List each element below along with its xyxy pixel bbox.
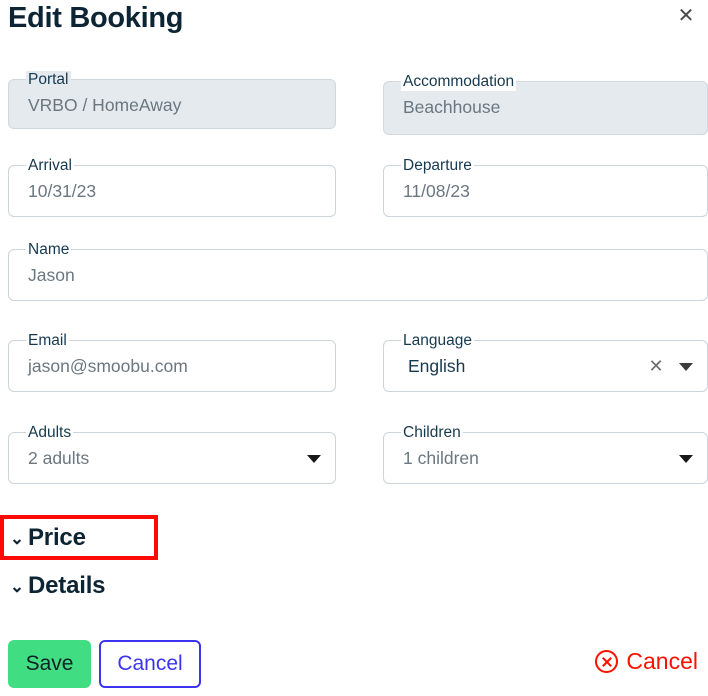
email-value: jason@smoobu.com: [28, 356, 188, 376]
arrival-field[interactable]: Arrival 10/31/23: [8, 157, 336, 217]
cancel-booking-button[interactable]: Cancel: [595, 648, 698, 675]
name-label: Name: [26, 241, 72, 259]
name-field[interactable]: Name Jason: [8, 241, 708, 301]
clear-icon[interactable]: ✕: [647, 355, 665, 377]
departure-label: Departure: [401, 157, 474, 175]
name-value: Jason: [28, 265, 75, 285]
accordion-price-label: Price: [28, 524, 86, 551]
cancel-button[interactable]: Cancel: [99, 640, 201, 688]
email-label: Email: [26, 332, 69, 350]
cancel-booking-label: Cancel: [626, 648, 698, 674]
adults-value: 2 adults: [28, 448, 90, 468]
accommodation-label: Accommodation: [401, 73, 517, 91]
arrival-value: 10/31/23: [28, 181, 97, 201]
portal-label: Portal: [26, 71, 71, 89]
accordion-price[interactable]: ⌄ Price: [0, 522, 86, 554]
chevron-down-icon[interactable]: [679, 455, 693, 463]
accordion-details[interactable]: ⌄ Details: [0, 570, 106, 602]
portal-value: VRBO / HomeAway: [28, 95, 182, 115]
departure-field[interactable]: Departure 11/08/23: [383, 157, 708, 217]
children-label: Children: [401, 424, 463, 442]
close-icon[interactable]: ✕: [674, 4, 698, 28]
language-field[interactable]: Language English ✕: [383, 332, 708, 392]
language-value: English: [408, 356, 466, 376]
chevron-down-icon: ⌄: [9, 528, 25, 548]
language-label: Language: [401, 332, 474, 350]
accommodation-value: Beachhouse: [403, 97, 501, 117]
page-title: Edit Booking: [8, 2, 184, 34]
chevron-down-icon[interactable]: [307, 455, 321, 463]
children-value: 1 children: [403, 448, 479, 468]
arrival-label: Arrival: [26, 157, 74, 175]
chevron-down-icon: ⌄: [9, 576, 25, 596]
adults-label: Adults: [26, 424, 74, 442]
adults-field[interactable]: Adults 2 adults: [8, 424, 336, 484]
save-button[interactable]: Save: [8, 640, 91, 688]
circle-x-icon: [595, 650, 619, 673]
children-field[interactable]: Children 1 children: [383, 424, 708, 484]
departure-value: 11/08/23: [403, 181, 470, 201]
chevron-down-icon[interactable]: [679, 363, 693, 371]
accordion-details-label: Details: [28, 572, 106, 599]
portal-field: Portal VRBO / HomeAway: [8, 71, 336, 129]
email-field[interactable]: Email jason@smoobu.com: [8, 332, 336, 392]
accommodation-field: Accommodation Beachhouse: [383, 73, 708, 135]
